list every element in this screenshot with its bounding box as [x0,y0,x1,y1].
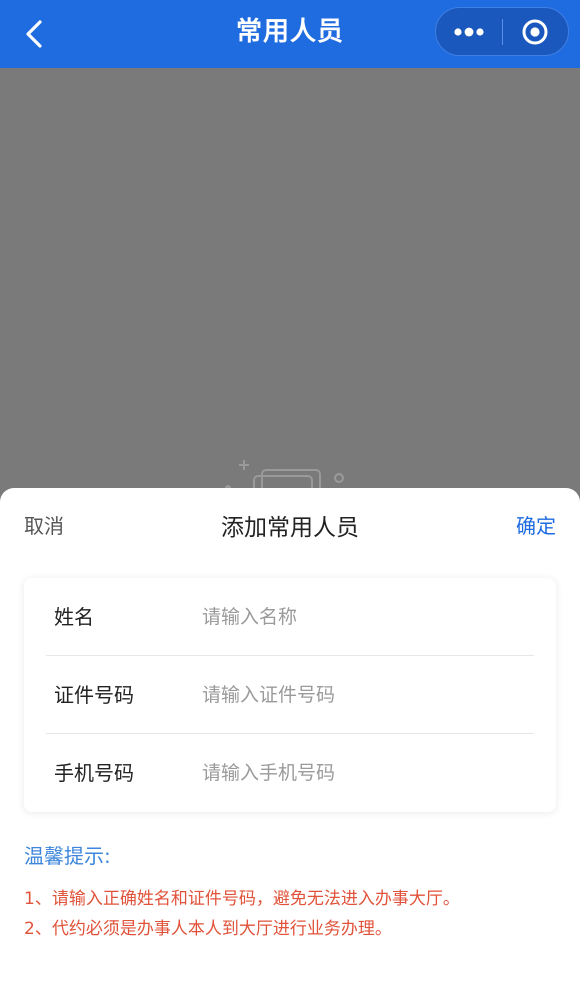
back-button[interactable] [14,14,54,54]
mini-program-capsule [435,7,569,56]
person-form: 姓名 证件号码 手机号码 [24,578,556,812]
chevron-left-icon [26,20,42,48]
id-number-label: 证件号码 [54,683,134,707]
add-person-sheet: 取消 添加常用人员 确定 姓名 证件号码 手机号码 温馨提示: 1、请输入正确姓… [0,488,580,1000]
tips-title: 温馨提示: [24,844,111,868]
more-dots-icon [454,27,484,36]
more-button[interactable] [436,8,502,55]
form-row-id-number: 证件号码 [46,656,534,734]
target-circle-icon [522,19,548,44]
close-mini-program-button[interactable] [503,8,569,55]
navigation-bar: 常用人员 [0,0,580,68]
id-number-input[interactable] [202,675,522,715]
phone-label: 手机号码 [54,761,134,785]
name-label: 姓名 [54,605,94,629]
confirm-button[interactable]: 确定 [516,510,556,539]
form-row-name: 姓名 [46,578,534,656]
phone-input[interactable] [202,753,522,793]
form-row-phone: 手机号码 [46,734,534,812]
sheet-title: 添加常用人员 [221,515,359,541]
tip-line-2: 2、代约必须是办事人本人到大厅进行业务办理。 [24,919,392,939]
empty-state-illustration [225,460,344,492]
name-input[interactable] [202,597,522,637]
tip-line-1: 1、请输入正确姓名和证件号码，避免无法进入办事大厅。 [24,889,460,909]
cancel-button[interactable]: 取消 [24,510,64,539]
